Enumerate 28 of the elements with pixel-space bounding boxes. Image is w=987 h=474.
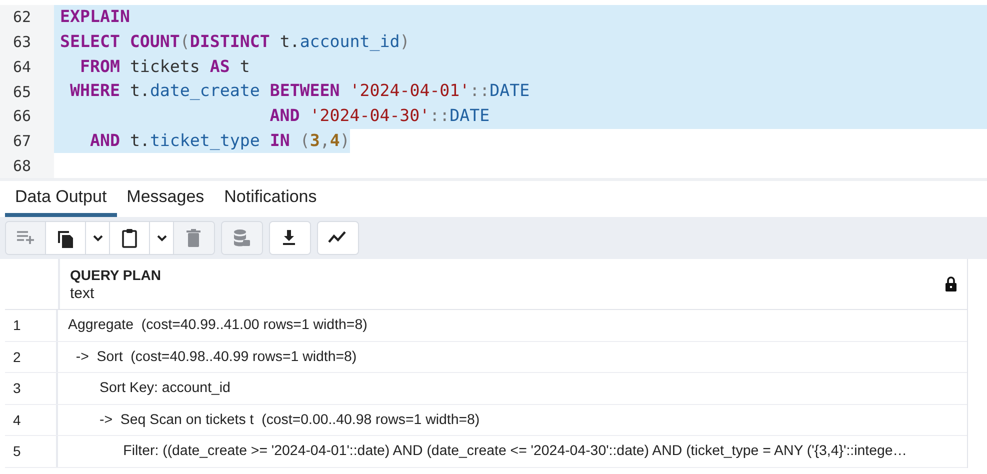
tab[interactable]: Messages [116, 181, 214, 217]
column-type: text [70, 284, 96, 302]
line-number: 63 [12, 33, 32, 52]
line-number: 68 [12, 156, 32, 175]
dropdown-button[interactable] [86, 222, 110, 254]
table-cell-text: -> Seq Scan on tickets t (cost=0.00..40.98 rows=1 width=8) [98, 410, 481, 430]
line-number: 64 [12, 58, 32, 76]
table-cell-text: -> Sort (cost=40.98..40.99 rows=1 width=8) [74, 348, 358, 367]
column-header: QUERY PLAN [70, 266, 162, 282]
tab[interactable]: Notifications [214, 181, 327, 217]
line-number: 65 [12, 82, 32, 101]
table-cell-text: Aggregate (cost=40.99..41.00 rows=1 width=8) [67, 316, 368, 336]
dropdown-button[interactable] [150, 222, 174, 254]
row-number: 3 [5, 373, 58, 404]
table-cell-text: Filter: ((date_create >= '2024-04-01'::date) AND (date_create <= '2024-04-30'::date) AND (ticket_type = ANY ('{3,4}'::intege… [122, 442, 908, 462]
line-number: 67 [12, 132, 32, 150]
caret-icon [156, 234, 166, 242]
database-icon [231, 227, 253, 249]
toolbar-button[interactable] [110, 222, 150, 254]
table-cell-text: Sort Key: account_id [98, 379, 232, 398]
row-number: 2 [5, 342, 58, 372]
row-number: 1 [5, 310, 58, 340]
toolbar-button[interactable] [46, 222, 86, 254]
line-number: 66 [12, 107, 32, 126]
caret-icon [92, 234, 102, 242]
row-number: 5 [5, 436, 58, 466]
row-number: 4 [5, 404, 58, 435]
line-number: 62 [12, 8, 32, 26]
